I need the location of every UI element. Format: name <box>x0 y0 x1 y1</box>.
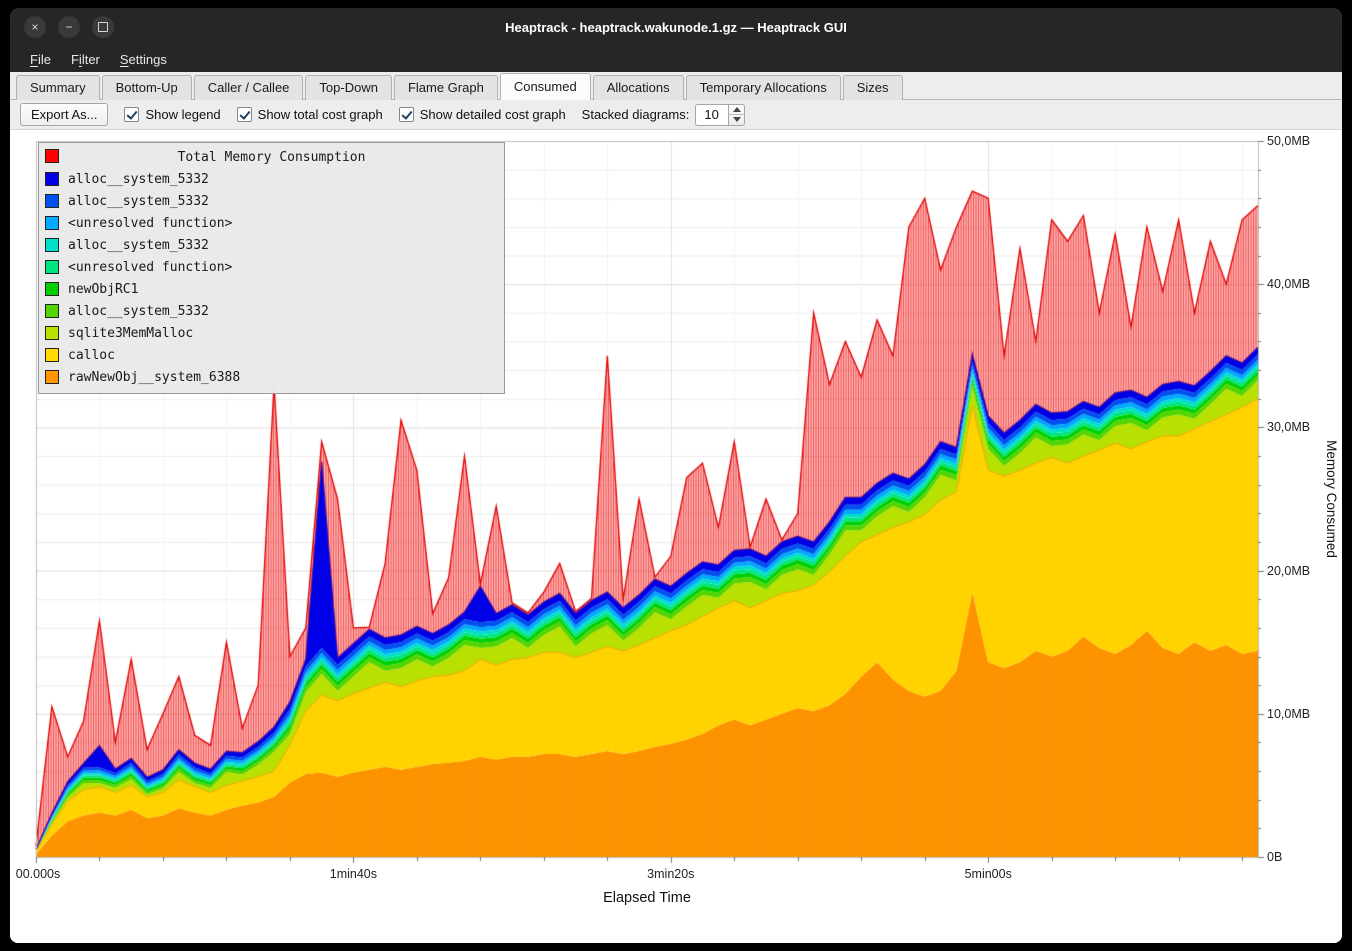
legend-label: <unresolved function> <box>68 260 232 275</box>
consumed-chart: Total Memory Consumption alloc__system_5… <box>10 130 1342 920</box>
close-button[interactable]: × <box>24 16 46 38</box>
legend-row: sqlite3MemMalloc <box>39 322 504 344</box>
menu-item-settings[interactable]: Settings <box>110 49 177 70</box>
export-as-button[interactable]: Export As... <box>20 103 108 126</box>
checkbox-label: Show total cost graph <box>258 107 383 122</box>
maximize-button[interactable] <box>92 16 114 38</box>
legend-swatch <box>45 348 59 362</box>
legend-title: Total Memory Consumption <box>39 150 504 165</box>
y-tick-label: 30,0MB <box>1267 420 1310 434</box>
legend-row: alloc__system_5332 <box>39 168 504 190</box>
legend-label: sqlite3MemMalloc <box>68 326 193 341</box>
minimize-button[interactable]: − <box>58 16 80 38</box>
legend-label: <unresolved function> <box>68 216 232 231</box>
y-axis-title: Memory Consumed <box>1324 440 1339 558</box>
spin-up-icon <box>733 107 741 112</box>
legend-label: alloc__system_5332 <box>68 238 209 253</box>
checkbox-icon[interactable] <box>237 107 252 122</box>
chart-legend: Total Memory Consumption alloc__system_5… <box>38 142 505 394</box>
titlebar: ×− Heaptrack - heaptrack.wakunode.1.gz —… <box>10 8 1342 46</box>
tab-flame-graph[interactable]: Flame Graph <box>394 75 498 100</box>
legend-swatch <box>45 282 59 296</box>
y-tick-label: 0B <box>1267 850 1282 864</box>
legend-title-row: Total Memory Consumption <box>39 146 504 168</box>
checkbox-label: Show detailed cost graph <box>420 107 566 122</box>
legend-label: alloc__system_5332 <box>68 172 209 187</box>
y-tick-label: 20,0MB <box>1267 564 1310 578</box>
legend-swatch <box>45 370 59 384</box>
tab-consumed[interactable]: Consumed <box>500 73 591 100</box>
legend-row: <unresolved function> <box>39 256 504 278</box>
heaptrack-window: ×− Heaptrack - heaptrack.wakunode.1.gz —… <box>10 8 1342 943</box>
checkbox-show-detailed-cost-graph[interactable]: Show detailed cost graph <box>399 107 566 122</box>
legend-row: newObjRC1 <box>39 278 504 300</box>
tab-bottom-up[interactable]: Bottom-Up <box>102 75 192 100</box>
x-tick-label: 1min40s <box>330 867 377 881</box>
tab-allocations[interactable]: Allocations <box>593 75 684 100</box>
legend-swatch <box>45 194 59 208</box>
maximize-icon <box>98 22 108 32</box>
tab-summary[interactable]: Summary <box>16 75 100 100</box>
y-tick-label: 10,0MB <box>1267 707 1310 721</box>
legend-label: rawNewObj__system_6388 <box>68 370 240 385</box>
legend-row: alloc__system_5332 <box>39 300 504 322</box>
menu-item-filter[interactable]: Filter <box>61 49 110 70</box>
legend-swatch <box>45 304 59 318</box>
spin-down-button[interactable] <box>729 115 744 125</box>
tab-bar: SummaryBottom-UpCaller / CalleeTop-DownF… <box>10 72 1342 100</box>
stacked-diagrams-spinbox[interactable]: 10 <box>695 104 745 126</box>
legend-row: alloc__system_5332 <box>39 190 504 212</box>
legend-swatch <box>45 326 59 340</box>
spin-up-button[interactable] <box>729 105 744 116</box>
legend-label: alloc__system_5332 <box>68 304 209 319</box>
y-tick-label: 40,0MB <box>1267 277 1310 291</box>
checkbox-icon[interactable] <box>124 107 139 122</box>
legend-label: alloc__system_5332 <box>68 194 209 209</box>
legend-label: newObjRC1 <box>68 282 138 297</box>
x-tick-label: 5min00s <box>965 867 1012 881</box>
y-tick-label: 50,0MB <box>1267 134 1310 148</box>
toolbar: Export As... Show legend Show total cost … <box>10 100 1342 130</box>
legend-swatch <box>45 172 59 186</box>
x-axis-title: Elapsed Time <box>603 890 691 906</box>
window-controls: ×− <box>24 16 114 38</box>
stacked-diagrams-label: Stacked diagrams: <box>582 107 690 122</box>
legend-row: <unresolved function> <box>39 212 504 234</box>
spin-down-icon <box>733 117 741 122</box>
x-tick-label: 00.000s <box>16 867 60 881</box>
window-title: Heaptrack - heaptrack.wakunode.1.gz — He… <box>505 20 847 35</box>
legend-row: alloc__system_5332 <box>39 234 504 256</box>
legend-swatch <box>45 260 59 274</box>
window-bottom <box>10 920 1342 943</box>
legend-row: rawNewObj__system_6388 <box>39 366 504 388</box>
checkbox-label: Show legend <box>145 107 220 122</box>
menu-item-file[interactable]: File <box>20 49 61 70</box>
tab-temporary-allocations[interactable]: Temporary Allocations <box>686 75 841 100</box>
total-swatch <box>45 149 59 163</box>
legend-label: calloc <box>68 348 115 363</box>
checkbox-show-total-cost-graph[interactable]: Show total cost graph <box>237 107 383 122</box>
legend-swatch <box>45 216 59 230</box>
tab-sizes[interactable]: Sizes <box>843 75 903 100</box>
checkbox-show-legend[interactable]: Show legend <box>124 107 220 122</box>
legend-row: calloc <box>39 344 504 366</box>
legend-swatch <box>45 238 59 252</box>
checkbox-icon[interactable] <box>399 107 414 122</box>
x-tick-label: 3min20s <box>647 867 694 881</box>
menubar: FileFilterSettings <box>10 46 1342 72</box>
stacked-diagrams-value[interactable]: 10 <box>695 104 728 126</box>
tab-top-down[interactable]: Top-Down <box>305 75 392 100</box>
tab-caller-callee[interactable]: Caller / Callee <box>194 75 304 100</box>
